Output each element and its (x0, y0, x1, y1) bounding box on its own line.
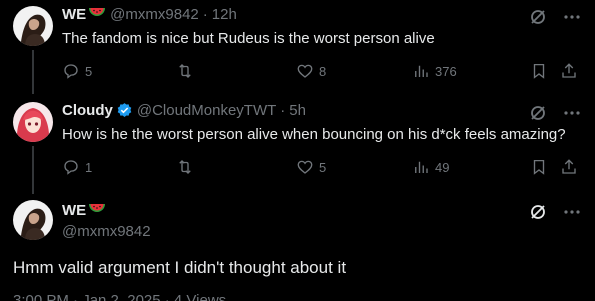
views-button[interactable]: 49 (412, 158, 530, 176)
avatar[interactable] (13, 6, 53, 46)
separator: · (280, 102, 286, 119)
tweet-top-actions (529, 203, 581, 221)
display-name[interactable]: WE (62, 202, 86, 219)
handle[interactable]: @mxmx9842 (110, 6, 199, 23)
avatar[interactable] (13, 200, 53, 240)
tweet-meta: 3:00 PM · Jan 2, 2025 · 4 Views (13, 292, 227, 301)
more-icon[interactable] (563, 8, 581, 26)
reply-icon (64, 160, 78, 175)
separator: · (202, 6, 208, 23)
main-tweet: WE @mxmx9842 (0, 194, 595, 301)
share-button[interactable] (560, 158, 580, 176)
views-count: 376 (435, 63, 457, 79)
watermelon-emoji-icon (88, 6, 106, 23)
tweet-top-actions (529, 8, 581, 26)
retweet-icon (179, 160, 191, 174)
like-icon (297, 64, 313, 78)
tweet-actions: 1 5 49 (62, 157, 582, 177)
reply-button[interactable]: 1 (62, 158, 176, 176)
like-count: 5 (319, 159, 327, 175)
tweet-header: WE @mxmx9842 · 12h (62, 6, 237, 23)
bookmark-button[interactable] (530, 158, 560, 176)
share-button[interactable] (560, 62, 580, 80)
tweet-top-actions (529, 104, 581, 122)
more-icon[interactable] (563, 203, 581, 221)
grok-icon[interactable] (529, 8, 547, 26)
reply-icon (64, 64, 78, 79)
main-tweet-text: Hmm valid argument I didn't thought abou… (13, 258, 347, 277)
grok-icon[interactable] (529, 203, 547, 221)
verified-badge-icon (116, 102, 133, 119)
like-button[interactable]: 5 (296, 158, 412, 176)
more-icon[interactable] (563, 104, 581, 122)
reply-count: 1 (85, 159, 93, 175)
tweet-actions: 5 8 376 (62, 61, 582, 81)
avatar[interactable] (13, 102, 53, 142)
like-icon (297, 160, 313, 174)
timestamp[interactable]: 5h (289, 102, 306, 119)
reply-count: 5 (85, 63, 93, 79)
handle[interactable]: @CloudMonkeyTWT (137, 102, 276, 119)
handle[interactable]: @mxmx9842 (62, 223, 151, 240)
tweet-header: Cloudy @CloudMonkeyTWT · 5h (62, 102, 306, 119)
views-button[interactable]: 376 (412, 62, 530, 80)
retweet-button[interactable] (176, 158, 296, 176)
grok-icon[interactable] (529, 104, 547, 122)
reply-button[interactable]: 5 (62, 62, 176, 80)
bookmark-icon (533, 63, 545, 79)
views-icon (415, 161, 428, 173)
tweet-text: The fandom is nice but Rudeus is the wor… (62, 30, 435, 47)
like-button[interactable]: 8 (296, 62, 412, 80)
timestamp[interactable]: 12h (212, 6, 237, 23)
bookmark-button[interactable] (530, 62, 560, 80)
bookmark-icon (533, 159, 545, 175)
retweet-button[interactable] (176, 62, 296, 80)
display-name[interactable]: Cloudy (62, 102, 113, 119)
share-icon (562, 63, 576, 78)
tweet-2[interactable]: Cloudy @CloudMonkeyTWT · 5h How is he th… (0, 96, 595, 194)
views-count: 49 (435, 159, 450, 175)
tweet-1[interactable]: WE @mxmx9842 · 12h The fandom is nice bu… (0, 0, 595, 94)
share-icon (562, 159, 576, 174)
views-icon (415, 65, 428, 77)
thread-line (32, 146, 34, 194)
retweet-icon (179, 64, 191, 78)
author-block: WE @mxmx9842 (62, 202, 151, 240)
display-name[interactable]: WE (62, 6, 86, 23)
author-name-row: WE (62, 202, 151, 219)
tweet-text: How is he the worst person alive when bo… (62, 126, 566, 143)
like-count: 8 (319, 63, 327, 79)
thread-line (32, 50, 34, 94)
watermelon-emoji-icon (88, 202, 106, 219)
